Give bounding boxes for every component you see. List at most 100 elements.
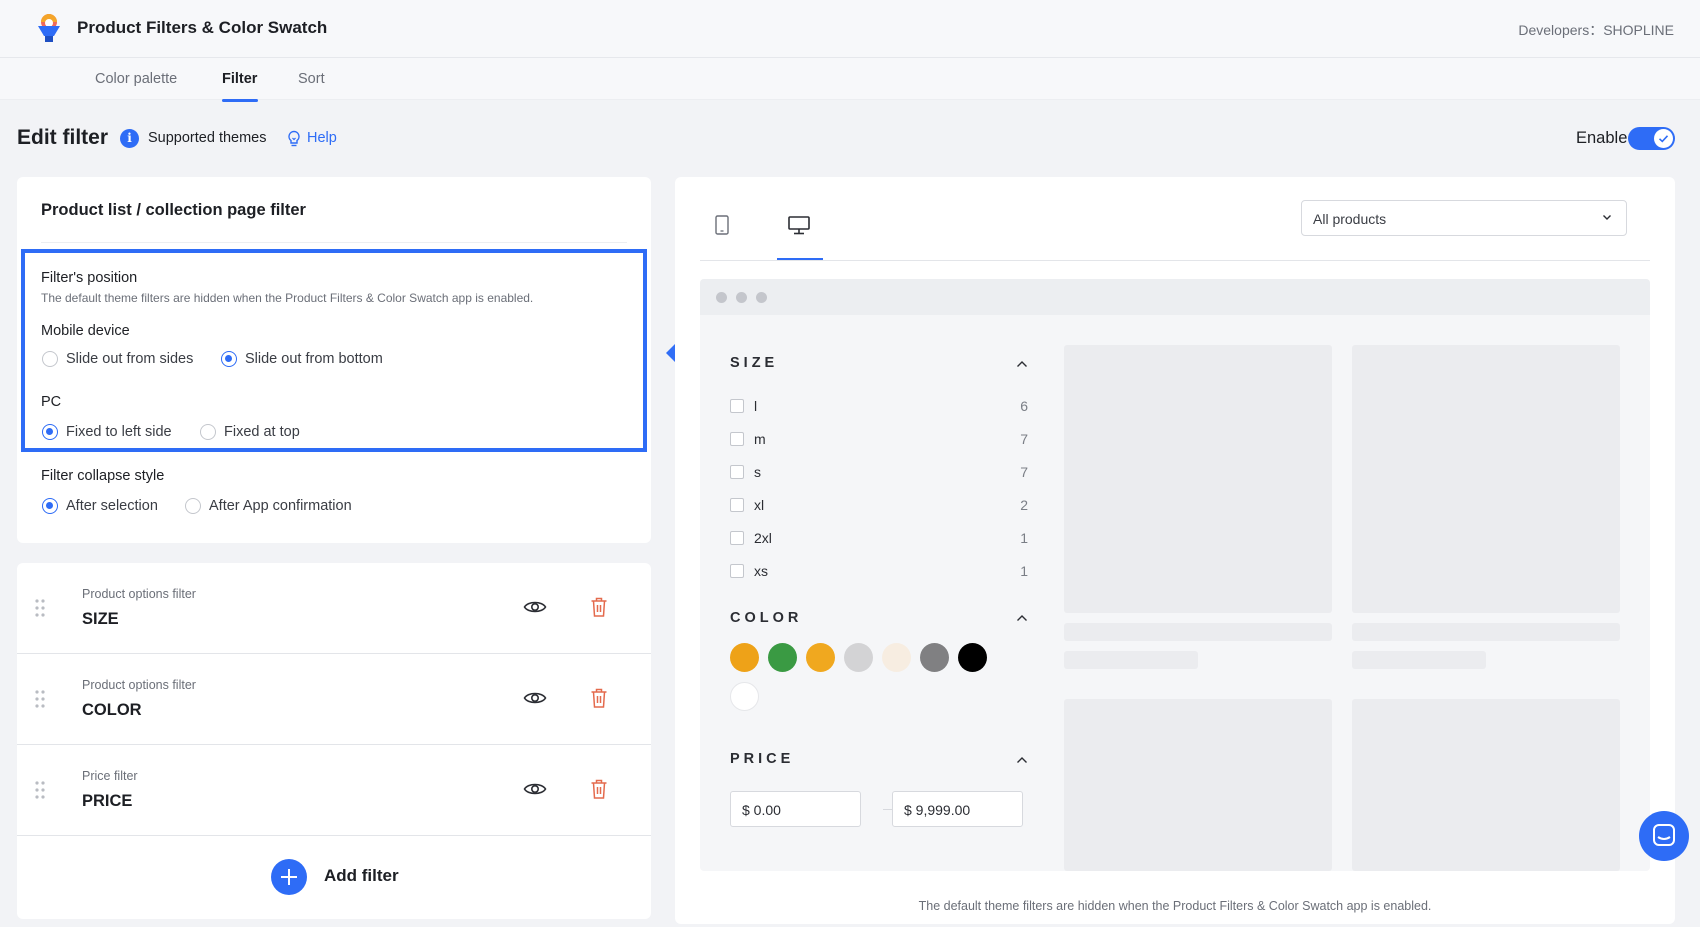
- option-checkbox[interactable]: [730, 399, 744, 413]
- filter-type: Price filter: [82, 769, 138, 783]
- color-swatch[interactable]: [958, 643, 987, 672]
- color-swatch[interactable]: [844, 643, 873, 672]
- option-count: 2: [1020, 497, 1028, 513]
- radio-slide-out-bottom[interactable]: Slide out from bottom: [221, 351, 383, 367]
- size-option: s 7: [730, 463, 1028, 483]
- add-filter-button[interactable]: [271, 859, 307, 895]
- filter-name: SIZE: [82, 610, 119, 628]
- option-count: 7: [1020, 464, 1028, 480]
- option-label: xs: [754, 563, 768, 579]
- option-checkbox[interactable]: [730, 531, 744, 545]
- option-count: 6: [1020, 398, 1028, 414]
- option-label: l: [754, 398, 758, 414]
- option-checkbox[interactable]: [730, 564, 744, 578]
- filter-type: Product options filter: [82, 678, 196, 692]
- size-option: xl 2: [730, 496, 1028, 516]
- chevron-up-icon[interactable]: [1016, 756, 1028, 764]
- radio-label: Slide out from bottom: [245, 351, 383, 367]
- radio-circle: [42, 351, 58, 367]
- info-icon[interactable]: i: [120, 129, 139, 148]
- divider: [41, 242, 627, 243]
- chevron-up-icon[interactable]: [1016, 360, 1028, 368]
- app-logo-icon: [38, 14, 60, 42]
- size-option: l 6: [730, 397, 1028, 417]
- lightbulb-icon: [288, 130, 300, 147]
- color-swatch[interactable]: [806, 643, 835, 672]
- option-count: 1: [1020, 563, 1028, 579]
- tab-filter[interactable]: Filter: [222, 71, 257, 87]
- chevron-down-icon: [1603, 215, 1611, 220]
- color-swatch[interactable]: [882, 643, 911, 672]
- radio-circle-selected: [42, 498, 58, 514]
- settings-card-title: Product list / collection page filter: [41, 201, 306, 219]
- drag-handle-icon[interactable]: [34, 780, 46, 800]
- tab-color-palette[interactable]: Color palette: [95, 71, 177, 87]
- radio-fixed-top[interactable]: Fixed at top: [200, 424, 300, 440]
- product-image-placeholder: [1352, 345, 1620, 613]
- radio-label: After App confirmation: [209, 498, 352, 514]
- trash-icon[interactable]: [590, 596, 608, 618]
- option-count: 1: [1020, 530, 1028, 546]
- check-icon: [1658, 135, 1669, 143]
- collapse-style-label: Filter collapse style: [41, 468, 165, 484]
- drag-handle-icon[interactable]: [34, 689, 46, 709]
- window-dot: [716, 292, 727, 303]
- preview-price-title: PRICE: [730, 751, 795, 767]
- color-swatch[interactable]: [920, 643, 949, 672]
- filter-name: COLOR: [82, 701, 142, 719]
- storefront-preview: SIZE l 6 m 7 s 7 xl 2 2xl 1 xs 1 COLOR P…: [700, 279, 1650, 871]
- filter-position-description: The default theme filters are hidden whe…: [41, 291, 534, 305]
- window-dot: [736, 292, 747, 303]
- radio-circle-selected: [42, 424, 58, 440]
- filter-type: Product options filter: [82, 587, 196, 601]
- enable-toggle[interactable]: [1628, 127, 1675, 150]
- color-swatch[interactable]: [768, 643, 797, 672]
- size-option: xs 1: [730, 562, 1028, 582]
- filter-row-size: Product options filter SIZE: [17, 563, 651, 654]
- desktop-icon[interactable]: [788, 216, 810, 235]
- option-checkbox[interactable]: [730, 432, 744, 446]
- radio-after-app-confirmation[interactable]: After App confirmation: [185, 498, 352, 514]
- mobile-device-label: Mobile device: [41, 323, 130, 339]
- eye-icon[interactable]: [523, 689, 547, 707]
- option-label: s: [754, 464, 761, 480]
- chat-support-button[interactable]: [1639, 811, 1689, 861]
- color-swatch[interactable]: [730, 682, 759, 711]
- filter-list-card: Product options filter SIZE Product opti…: [17, 563, 651, 919]
- filter-row-price: Price filter PRICE: [17, 745, 651, 836]
- radio-fixed-left[interactable]: Fixed to left side: [42, 424, 172, 440]
- radio-circle: [200, 424, 216, 440]
- preview-size-title: SIZE: [730, 355, 779, 371]
- add-filter-label[interactable]: Add filter: [324, 866, 399, 886]
- chevron-up-icon[interactable]: [1016, 614, 1028, 622]
- color-swatch[interactable]: [730, 643, 759, 672]
- option-checkbox[interactable]: [730, 498, 744, 512]
- tab-sort[interactable]: Sort: [298, 71, 325, 87]
- option-checkbox[interactable]: [730, 465, 744, 479]
- radio-slide-out-sides[interactable]: Slide out from sides: [42, 351, 193, 367]
- radio-circle: [185, 498, 201, 514]
- drag-handle-icon[interactable]: [34, 598, 46, 618]
- help-link[interactable]: Help: [307, 130, 337, 146]
- eye-icon[interactable]: [523, 780, 547, 798]
- app-title: Product Filters & Color Swatch: [77, 18, 328, 37]
- eye-icon[interactable]: [523, 598, 547, 616]
- product-title-placeholder: [1352, 623, 1620, 641]
- pc-label: PC: [41, 394, 62, 410]
- developer-label: Developers：SHOPLINE: [1518, 22, 1674, 38]
- price-min-input[interactable]: $ 0.00: [730, 791, 861, 827]
- size-option: 2xl 1: [730, 529, 1028, 549]
- preview-card: All products SIZE l 6 m 7 s 7 xl 2 2xl 1…: [675, 177, 1675, 924]
- product-image-placeholder: [1352, 699, 1620, 871]
- trash-icon[interactable]: [590, 778, 608, 800]
- trash-icon[interactable]: [590, 687, 608, 709]
- browser-bar: [700, 279, 1650, 315]
- mobile-device-icon[interactable]: [715, 215, 729, 235]
- option-label: 2xl: [754, 530, 772, 546]
- radio-after-selection[interactable]: After selection: [42, 498, 158, 514]
- select-value: All products: [1313, 211, 1387, 227]
- product-scope-select[interactable]: All products: [1301, 200, 1627, 236]
- supported-themes-link[interactable]: Supported themes: [148, 130, 267, 146]
- product-image-placeholder: [1064, 699, 1332, 871]
- price-max-input[interactable]: $ 9,999.00: [892, 791, 1023, 827]
